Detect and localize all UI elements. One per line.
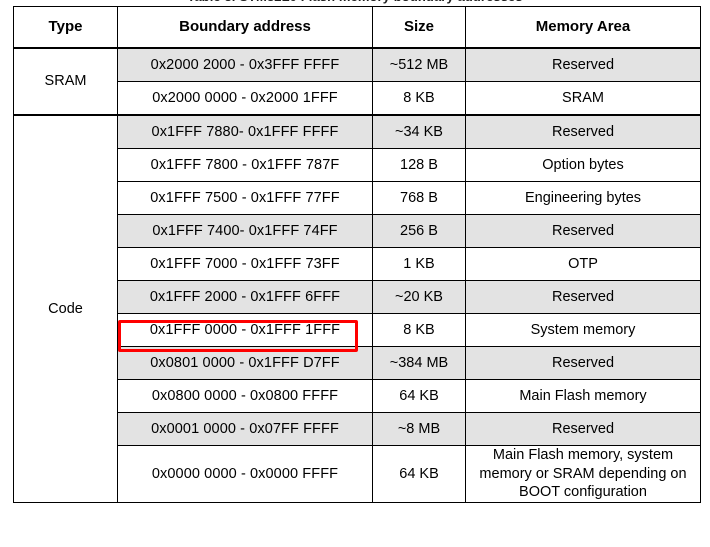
table-row: 0x1FFF 7400- 0x1FFF 74FF 256 B Reserved (14, 214, 701, 248)
table-row: 0x0800 0000 - 0x0800 FFFF 64 KB Main Flash… (14, 379, 701, 413)
table-row: 0x2000 0000 - 0x2000 1FFF 8 KB SRAM (14, 81, 701, 116)
table-caption-clipped: Table 3. STM32L0 Flash memory boundary a… (0, 0, 710, 5)
memory-area-cell: Reserved (465, 214, 701, 248)
size-cell: 768 B (372, 181, 466, 215)
size-cell: ~8 MB (372, 412, 466, 446)
table-row: 0x1FFF 7800 - 0x1FFF 787F 128 B Option byt… (14, 148, 701, 182)
memory-area-cell: Option bytes (465, 148, 701, 182)
boundary-address-highlighted: 0x1FFF 0000 - 0x1FFF 1FFF (117, 313, 373, 347)
size-cell: 8 KB (372, 81, 466, 116)
boundary-address-cell: 0x1FFF 7500 - 0x1FFF 77FF (117, 181, 373, 215)
table-row: 0x0001 0000 - 0x07FF FFFF ~8 MB Reserved (14, 412, 701, 446)
table-header-row: Type Boundary address Size Memory Area (13, 6, 701, 49)
size-cell: 128 B (372, 148, 466, 182)
boundary-address-cell: 0x1FFF 7000 - 0x1FFF 73FF (117, 247, 373, 281)
boundary-address-cell: 0x1FFF 7400- 0x1FFF 74FF (117, 214, 373, 248)
boundary-address-cell: 0x2000 2000 - 0x3FFF FFFF (117, 47, 373, 82)
boundary-address-cell: 0x1FFF 2000 - 0x1FFF 6FFF (117, 280, 373, 314)
size-cell: 1 KB (372, 247, 466, 281)
boundary-address-cell: 0x0800 0000 - 0x0800 FFFF (117, 379, 373, 413)
table-body: SRAM 0x2000 2000 - 0x3FFF FFFF ~512 MB Rese… (13, 47, 701, 503)
size-cell: ~34 KB (372, 114, 466, 149)
size-cell: 64 KB (372, 379, 466, 413)
memory-type-code: Code (13, 113, 118, 503)
memory-area-cell: System memory (465, 313, 701, 347)
size-cell: 8 KB (372, 313, 466, 347)
table-row: 0x1FFF 7000 - 0x1FFF 73FF 1 KB OTP (14, 247, 701, 281)
boundary-address-cell: 0x1FFF 7800 - 0x1FFF 787F (117, 148, 373, 182)
size-cell: ~20 KB (372, 280, 466, 314)
memory-area-cell: Engineering bytes (465, 181, 701, 215)
boundary-address-cell: 0x0000 0000 - 0x0000 FFFF (117, 445, 373, 503)
page-root: Table 3. STM32L0 Flash memory boundary a… (0, 0, 710, 547)
table-row: 0x1FFF 0000 - 0x1FFF 1FFF 8 KB System memo… (14, 313, 701, 347)
memory-type-sram: SRAM (13, 47, 118, 116)
boundary-address-cell: 0x0801 0000 - 0x1FFF D7FF (117, 346, 373, 380)
table-row: Code 0x1FFF 7880- 0x1FFF FFFF ~34 KB Reserv… (13, 113, 701, 503)
table-row: 0x1FFF 7500 - 0x1FFF 77FF 768 B Engineerin… (14, 181, 701, 215)
memory-area-cell: Main Flash memory (465, 379, 701, 413)
table-header: Type Boundary address Size Memory Area (13, 6, 701, 49)
column-header-boundary: Boundary address (117, 6, 373, 49)
boundary-address-cell: 0x0001 0000 - 0x07FF FFFF (117, 412, 373, 446)
size-cell: 64 KB (372, 445, 466, 503)
memory-area-cell: Reserved (465, 47, 701, 82)
memory-area-cell: Reserved (465, 114, 701, 149)
column-header-type: Type (13, 6, 118, 49)
boundary-address-cell: 0x1FFF 7880- 0x1FFF FFFF (117, 114, 373, 149)
memory-area-cell: Reserved (465, 346, 701, 380)
memory-area-cell: Reserved (465, 280, 701, 314)
size-cell: ~384 MB (372, 346, 466, 380)
column-header-size: Size (372, 6, 466, 49)
size-cell: 256 B (372, 214, 466, 248)
column-header-area: Memory Area (465, 6, 701, 49)
table-caption-text: Table 3. STM32L0 Flash memory boundary a… (0, 0, 710, 4)
memory-boundary-table-wrap: Type Boundary address Size Memory Area S… (13, 6, 701, 503)
memory-area-cell: Main Flash memory, system memory or SRAM… (465, 445, 701, 503)
size-cell: ~512 MB (372, 47, 466, 82)
table-row: 0x0000 0000 - 0x0000 FFFF 64 KB Main Flash… (14, 445, 701, 503)
table-row: 0x0801 0000 - 0x1FFF D7FF ~384 MB Reserved (14, 346, 701, 380)
boundary-address-cell: 0x2000 0000 - 0x2000 1FFF (117, 81, 373, 116)
memory-area-cell: Reserved (465, 412, 701, 446)
memory-area-cell: OTP (465, 247, 701, 281)
memory-boundary-table: Type Boundary address Size Memory Area S… (13, 6, 701, 503)
table-row: 0x1FFF 2000 - 0x1FFF 6FFF ~20 KB Reserved (14, 280, 701, 314)
table-row: SRAM 0x2000 2000 - 0x3FFF FFFF ~512 MB Rese… (13, 47, 701, 116)
memory-area-cell: SRAM (465, 81, 701, 116)
